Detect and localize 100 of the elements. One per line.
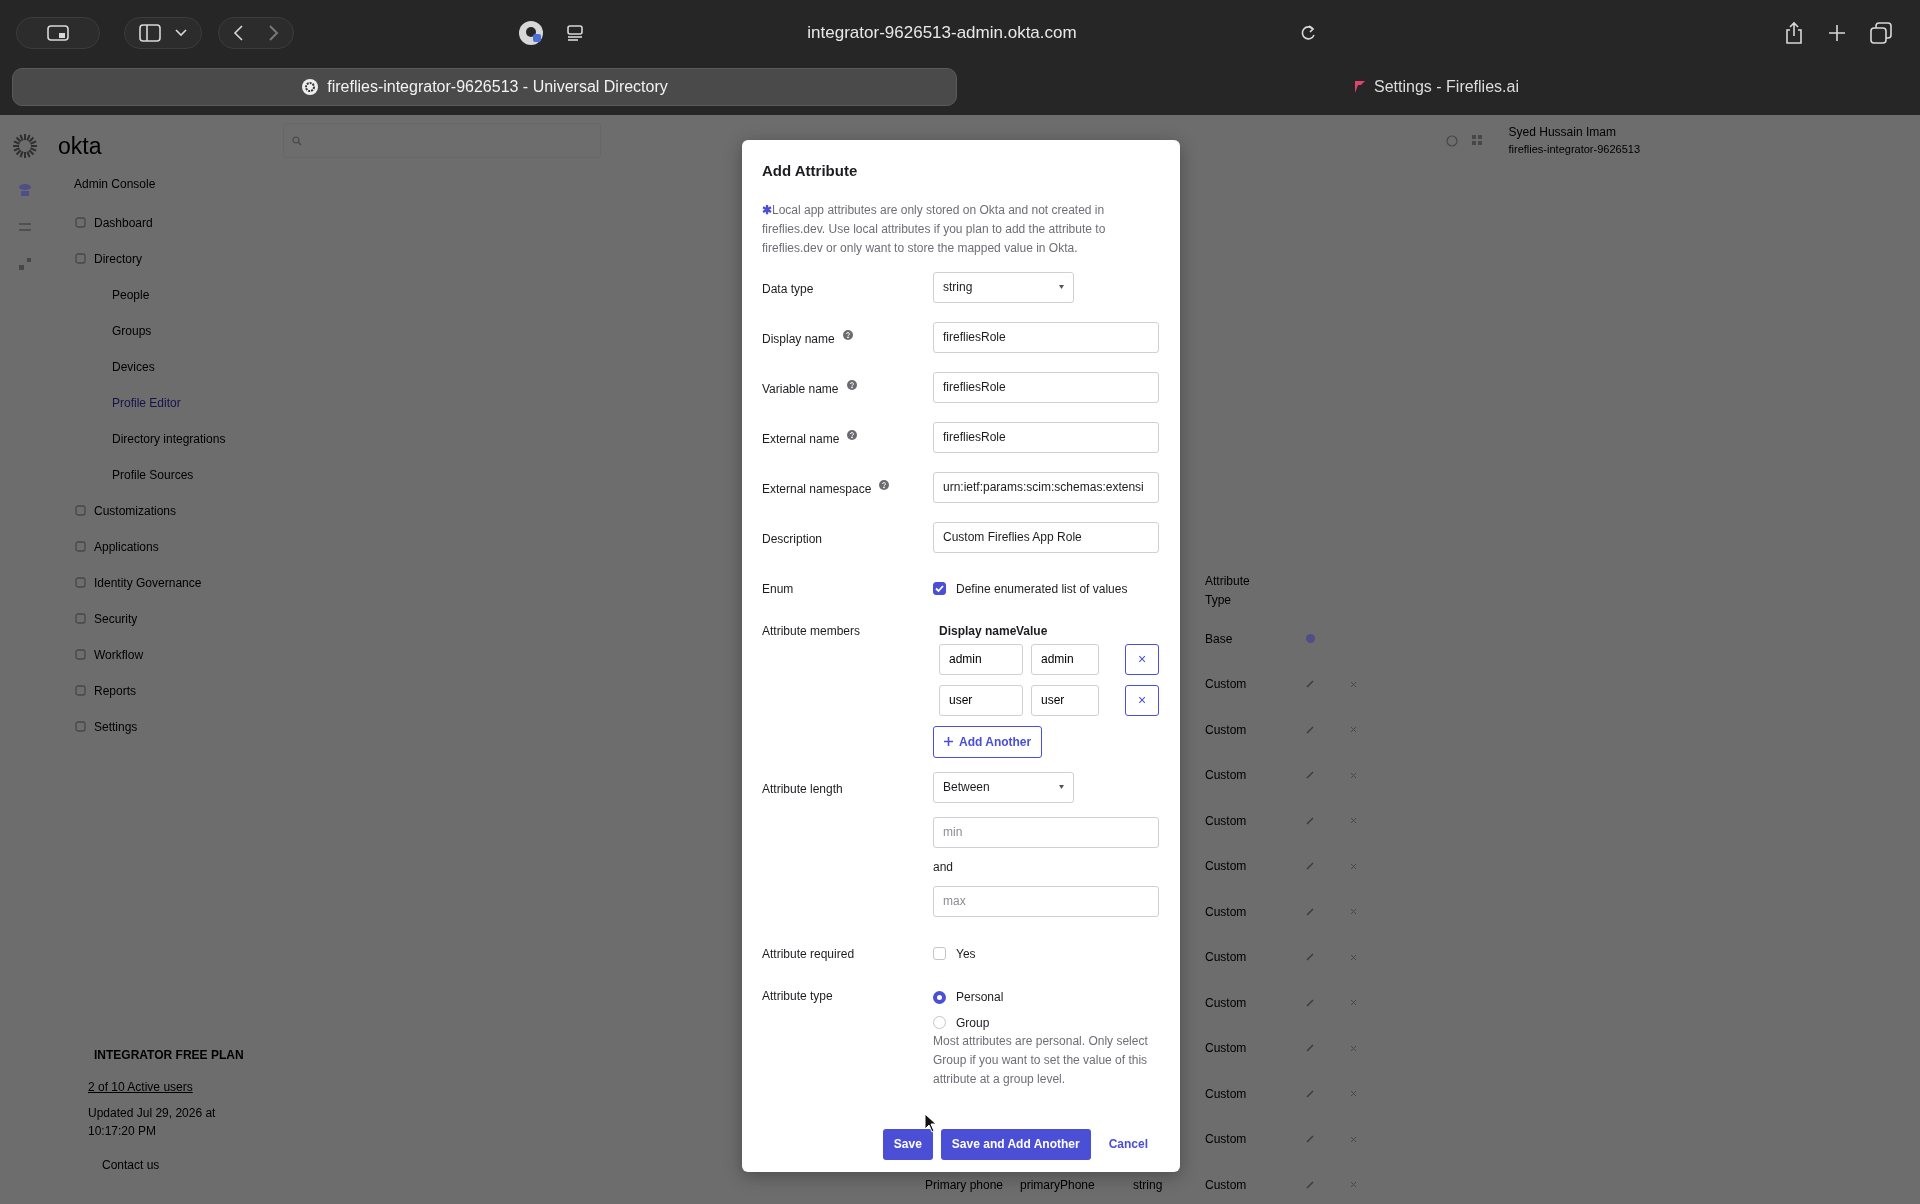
delete-icon[interactable] (1350, 1044, 1357, 1052)
text-field[interactable]: Custom Fireflies App Role (933, 521, 1159, 553)
text-field[interactable]: firefliesRole (933, 321, 1159, 353)
logo[interactable]: okta (50, 129, 102, 164)
nav-item[interactable]: Dashboard (94, 213, 153, 232)
plus-icon[interactable] (1828, 24, 1846, 42)
delete-icon[interactable] (1350, 1090, 1357, 1098)
checkbox[interactable] (933, 582, 946, 595)
active-users-link[interactable]: 2 of 10 Active users (88, 1078, 193, 1096)
nav-item[interactable]: Profile Sources (112, 465, 194, 484)
delete-icon[interactable] (1350, 953, 1357, 961)
nav-icon[interactable] (75, 217, 86, 228)
text-field[interactable]: firefliesRole (933, 421, 1159, 453)
nav-item[interactable]: Groups (112, 321, 152, 340)
checkbox[interactable] (933, 947, 946, 960)
reload-icon[interactable] (1300, 24, 1316, 42)
address-bar[interactable]: integrator-9626513-admin.okta.com (584, 20, 1300, 46)
nav-item[interactable]: Directory integrations (112, 429, 226, 448)
text-field[interactable]: admin (1031, 643, 1099, 675)
pencil-icon[interactable] (1306, 953, 1314, 962)
pencil-icon[interactable] (1306, 816, 1314, 825)
pencil-icon[interactable] (1306, 725, 1314, 734)
nav-icon[interactable] (75, 613, 86, 624)
nav-icon[interactable] (75, 253, 86, 264)
share-icon[interactable] (1784, 21, 1804, 45)
browser-tab[interactable]: fireflies-integrator-9626513 - Universal Directory (12, 68, 957, 106)
text-field[interactable]: firefliesRole (933, 371, 1159, 403)
delete-icon[interactable] (1350, 999, 1357, 1007)
contact-link[interactable]: Contact us (102, 1156, 160, 1174)
pencil-icon[interactable] (1306, 998, 1314, 1007)
nav-item[interactable]: Applications (94, 537, 159, 556)
nav-item[interactable]: Workflow (94, 645, 144, 664)
plus-icon (944, 737, 953, 746)
help-icon[interactable] (1445, 134, 1458, 147)
tab-list-icon[interactable] (566, 24, 584, 42)
delete-icon[interactable] (1350, 680, 1357, 688)
add-another-button[interactable]: Add Another (933, 725, 1043, 758)
column-header: Display name (939, 622, 1016, 640)
sliders-icon[interactable] (18, 221, 32, 233)
text-field[interactable]: user (1031, 684, 1099, 716)
dropdown[interactable]: Between (933, 771, 1074, 803)
forward-icon[interactable] (269, 25, 279, 41)
sunburst-logo-icon[interactable] (12, 133, 38, 159)
nav-item[interactable]: Identity Governance (94, 573, 202, 592)
pencil-icon[interactable] (1306, 1180, 1314, 1189)
delete-icon[interactable] (1350, 862, 1357, 870)
nav-item[interactable]: Security (94, 609, 138, 628)
pencil-icon[interactable] (1306, 1044, 1314, 1053)
grid-icon[interactable] (1471, 135, 1483, 146)
nav-icon[interactable] (75, 649, 86, 660)
nav-icon[interactable] (75, 721, 86, 732)
dialog-title: Add Attribute (762, 161, 859, 181)
pencil-icon[interactable] (1306, 680, 1314, 689)
nav-item[interactable]: Profile Editor (112, 393, 181, 412)
max-field[interactable]: max (933, 885, 1159, 917)
nav-icon[interactable] (75, 505, 86, 516)
action-button[interactable]: Save and Add Another (940, 1128, 1091, 1160)
apps-icon[interactable] (18, 257, 32, 271)
delete-icon[interactable] (1350, 1181, 1357, 1189)
pencil-icon[interactable] (1306, 862, 1314, 871)
pencil-icon[interactable] (1306, 1089, 1314, 1098)
nav-item[interactable]: Directory (94, 249, 142, 268)
nav-item[interactable]: Reports (94, 681, 137, 700)
pencil-icon[interactable] (1306, 1135, 1314, 1144)
table-cell-text: Custom (1205, 767, 1247, 785)
plan-title: INTEGRATOR FREE PLAN (94, 1047, 245, 1064)
search-field[interactable] (283, 123, 601, 158)
pencil-icon[interactable] (1306, 907, 1314, 916)
text-field[interactable]: user (939, 684, 1023, 716)
nav-item[interactable]: Devices (112, 357, 155, 376)
nav-icon[interactable] (75, 577, 86, 588)
nav-item[interactable]: People (112, 285, 150, 304)
sidebar-icon[interactable] (139, 24, 161, 42)
browser-tab[interactable]: Settings - Fireflies.ai (965, 68, 1908, 106)
nav-item[interactable]: Customizations (94, 501, 177, 520)
text-field[interactable]: urn:ietf:params:scim:schemas:extensi (933, 471, 1159, 503)
delete-icon[interactable] (1350, 726, 1357, 734)
delete-icon[interactable] (1350, 1135, 1357, 1143)
radio-button[interactable] (933, 990, 946, 1004)
cancel-link[interactable]: Cancel (1098, 1135, 1158, 1153)
table-cell-text: Custom (1205, 1085, 1247, 1103)
nav-heading: Admin Console (73, 175, 156, 193)
window-icon[interactable] (47, 25, 69, 41)
remove-button[interactable]: × (1125, 643, 1159, 675)
user-menu[interactable]: Syed Hussain Imam (1508, 123, 1616, 142)
remove-button[interactable]: × (1125, 684, 1159, 716)
chevron-down-icon[interactable] (175, 29, 187, 37)
nav-icon[interactable] (75, 685, 86, 696)
text-field[interactable]: admin (939, 643, 1023, 675)
delete-icon[interactable] (1350, 771, 1357, 779)
delete-icon[interactable] (1350, 908, 1357, 916)
back-icon[interactable] (233, 25, 243, 41)
action-button[interactable]: Save (882, 1128, 933, 1160)
nav-icon[interactable] (75, 541, 86, 552)
tabs-icon[interactable] (1870, 22, 1892, 44)
nav-item[interactable]: Settings (94, 717, 138, 736)
dropdown[interactable]: string (933, 271, 1074, 303)
delete-icon[interactable] (1350, 817, 1357, 825)
pencil-icon[interactable] (1306, 771, 1314, 780)
min-field[interactable]: min (933, 816, 1159, 848)
